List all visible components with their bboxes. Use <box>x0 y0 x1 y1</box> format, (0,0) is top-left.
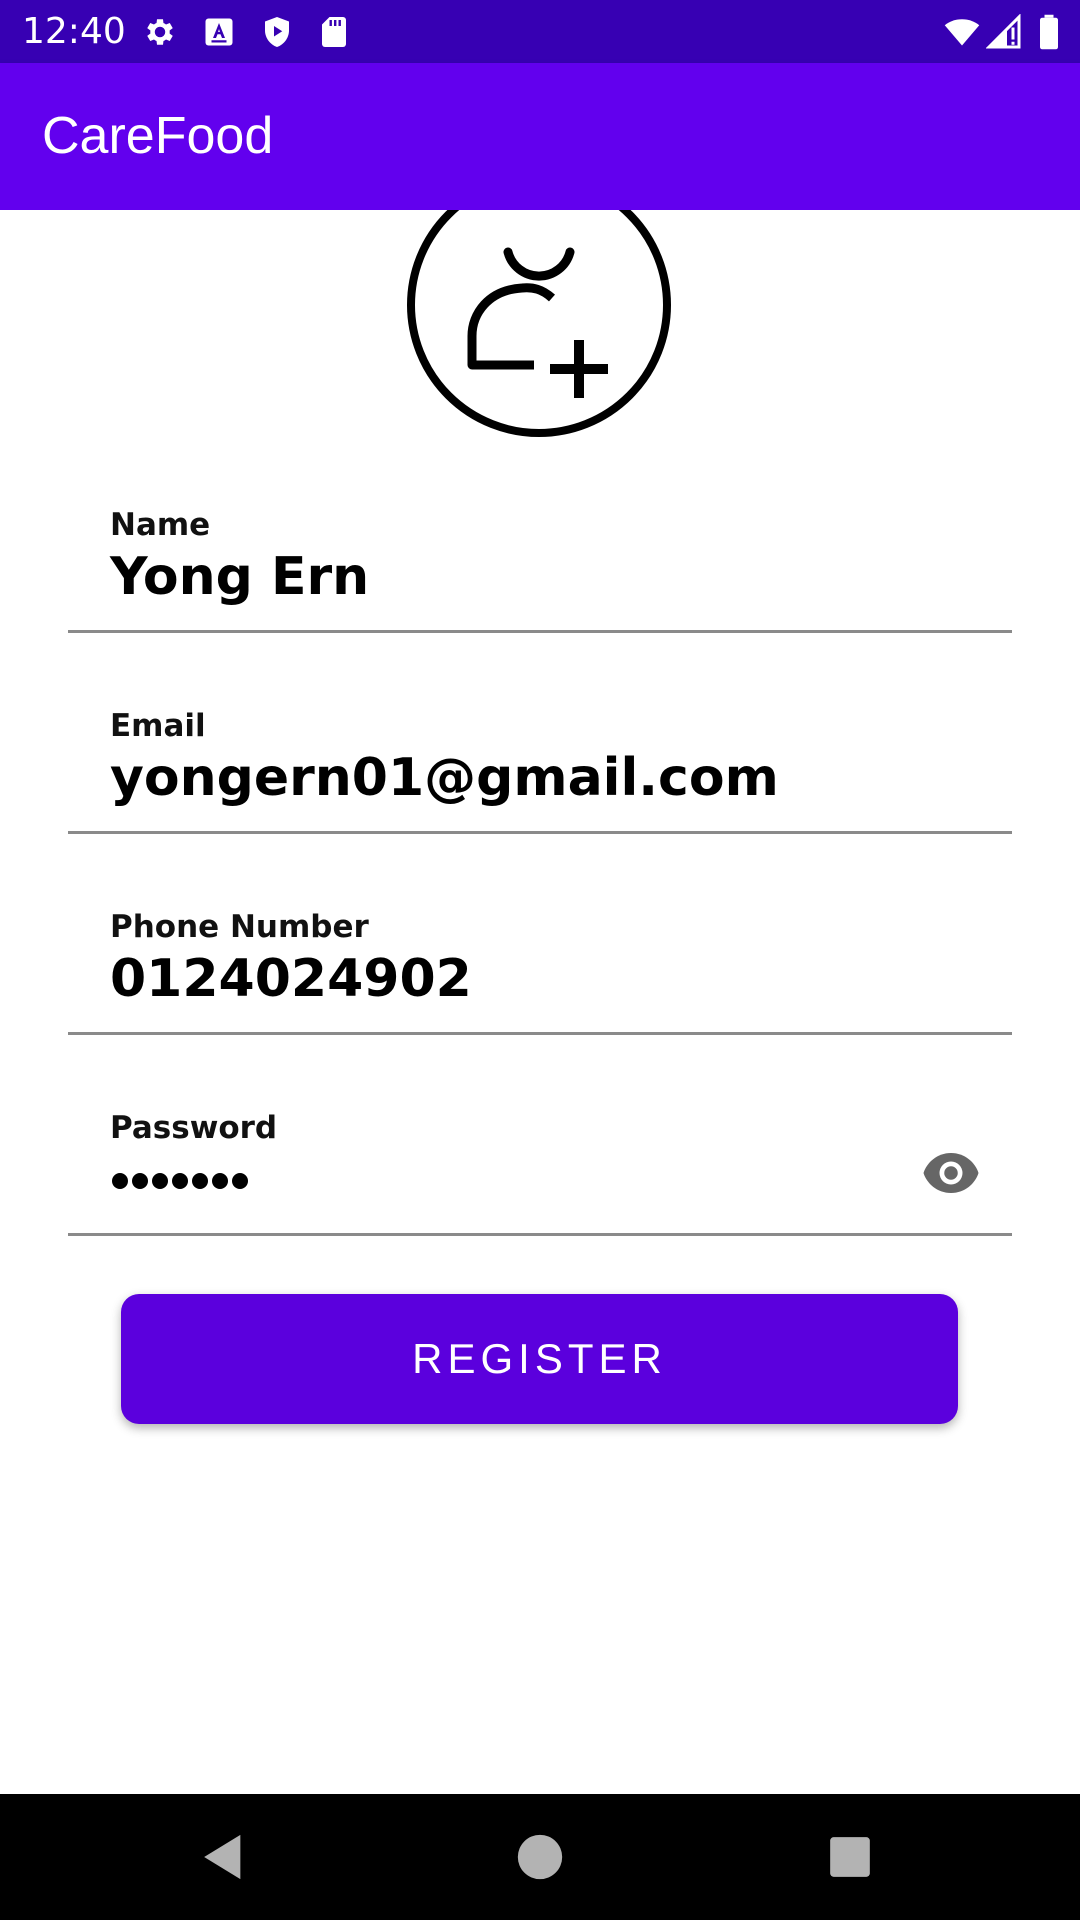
email-underline <box>68 831 1012 834</box>
recents-icon[interactable] <box>822 1829 878 1885</box>
back-icon[interactable] <box>196 1829 252 1885</box>
email-label: Email <box>110 708 206 744</box>
password-label: Password <box>110 1110 278 1146</box>
password-underline <box>68 1233 1012 1236</box>
password-mask-dot <box>112 1173 128 1189</box>
eye-icon[interactable] <box>920 1148 982 1198</box>
phone-input[interactable]: 0124024902 <box>110 945 472 1013</box>
add-user-icon[interactable] <box>404 210 674 440</box>
navigation-bar <box>0 1794 1080 1920</box>
name-underline <box>68 630 1012 633</box>
name-field[interactable]: Name Yong Ern <box>68 505 1012 665</box>
email-field[interactable]: Email yongern01@gmail.com <box>68 706 1012 866</box>
password-input[interactable] <box>112 1166 248 1196</box>
register-form-screen: Name Yong Ern Email yongern01@gmail.com … <box>0 210 1080 1794</box>
status-bar: 12:40 <box>0 0 1080 63</box>
a-keyboard-icon <box>201 14 237 50</box>
wifi-icon <box>942 14 982 50</box>
password-mask-dot <box>192 1173 208 1189</box>
sd-card-icon <box>316 14 352 50</box>
home-icon[interactable] <box>512 1829 568 1885</box>
app-bar: CareFood <box>0 63 1080 210</box>
name-label: Name <box>110 507 211 543</box>
phone-label: Phone Number <box>110 909 369 945</box>
shield-play-icon <box>259 14 295 50</box>
phone-underline <box>68 1032 1012 1035</box>
password-field[interactable]: Password <box>68 1108 1012 1268</box>
password-mask-dot <box>172 1173 188 1189</box>
email-input[interactable]: yongern01@gmail.com <box>110 744 779 812</box>
password-mask-dot <box>152 1173 168 1189</box>
cell-signal-icon <box>986 14 1022 50</box>
password-mask-dot <box>212 1173 228 1189</box>
battery-icon <box>1036 14 1062 50</box>
phone-field[interactable]: Phone Number 0124024902 <box>68 907 1012 1067</box>
name-input[interactable]: Yong Ern <box>110 543 369 611</box>
register-button[interactable]: REGISTER <box>121 1294 958 1424</box>
password-mask-dot <box>132 1173 148 1189</box>
status-time: 12:40 <box>22 11 126 52</box>
password-mask-dot <box>232 1173 248 1189</box>
app-title: CareFood <box>42 107 274 165</box>
gear-icon <box>142 14 178 50</box>
